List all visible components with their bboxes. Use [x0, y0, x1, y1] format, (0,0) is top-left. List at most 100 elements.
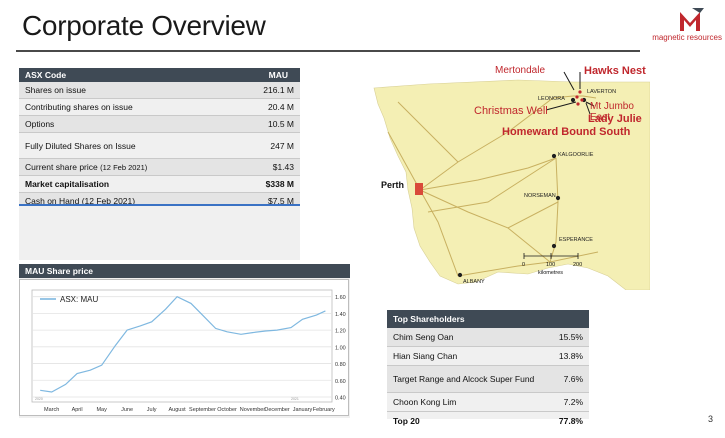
table-row: Top 20 77.8%	[387, 412, 589, 431]
y-tick-label: 0.80	[335, 362, 346, 368]
shareholders-table: Top Shareholders Chim Seng Oan 15.5% Hia…	[387, 310, 589, 430]
shareholders-header-blank	[550, 310, 589, 328]
y-tick-label: 0.40	[335, 395, 346, 401]
asx-header-label: ASX Code	[25, 70, 67, 80]
shareholder-name: Hian Siang Chan	[387, 346, 551, 366]
row-label: Fully Diluted Shares on Issue	[19, 132, 233, 159]
share-price-chart-svg: 0.40 0.60 0.80 1.00 1.20 1.40 1.60 March April Ma…	[31, 289, 346, 413]
left-gap-panel	[19, 206, 300, 260]
row-label: Current share price (12 Feb 2021)	[19, 158, 233, 176]
table-row: Chim Seng Oan 15.5%	[387, 328, 589, 347]
town-marker-kalgoorlie	[551, 153, 557, 159]
year-label: 2021	[291, 397, 299, 401]
x-tick-label: August	[169, 407, 187, 413]
shareholder-pct: 13.8%	[550, 346, 589, 366]
shareholder-pct: 15.5%	[550, 328, 589, 347]
project-marker	[575, 95, 579, 99]
slide-title: Corporate Overview	[22, 10, 266, 41]
scale-tick-200: 200	[573, 262, 583, 268]
row-value: $1.43	[232, 158, 300, 176]
y-tick-label: 1.20	[335, 329, 346, 335]
map-label-kalgoorlie: KALGOORLIE	[558, 152, 594, 158]
legend-label: ASX: MAU	[60, 295, 98, 304]
table-row: Choon Kong Lim 7.2%	[387, 392, 589, 412]
table-row: Shares on issue 216.1 M	[19, 82, 300, 99]
row-label-text: Current share price	[25, 162, 98, 172]
shareholders-panel: Top Shareholders Chim Seng Oan 15.5% Hia…	[387, 310, 589, 426]
project-marker	[578, 90, 582, 94]
row-value: 247 M	[232, 132, 300, 159]
row-label: Market capitalisation	[19, 175, 233, 193]
map-label-christmas-well: Christmas Well	[474, 105, 548, 117]
year-label: 2020	[35, 397, 43, 401]
x-tick-label: June	[121, 407, 133, 413]
table-row: Options 10.5 M	[19, 115, 300, 133]
row-value: 216.1 M	[232, 82, 300, 99]
table-row: Market capitalisation $338 M	[19, 175, 300, 193]
x-tick-label: April	[72, 407, 83, 413]
x-tick-label: July	[147, 407, 157, 413]
x-tick-label: February	[313, 407, 335, 413]
y-tick-label: 1.40	[335, 312, 346, 318]
scale-tick-100: 100	[546, 262, 556, 268]
plot-area	[31, 289, 333, 403]
map-svg	[368, 62, 651, 291]
map-label-lady-julie: Lady Julie	[588, 113, 642, 125]
scale-unit: kilometres	[538, 270, 564, 276]
town-marker-albany	[457, 272, 463, 278]
map-label-laverton: LAVERTON	[587, 89, 617, 95]
shareholder-pct: 7.2%	[550, 392, 589, 412]
row-label: Options	[19, 115, 233, 133]
map-label-perth: Perth	[381, 180, 405, 190]
y-tick-label: 1.00	[335, 345, 346, 351]
row-label: Contributing shares on issue	[19, 98, 233, 116]
asx-table-panel: ASX Code MAU Shares on issue 216.1 M Con…	[19, 68, 300, 206]
row-label: Shares on issue	[19, 82, 233, 99]
table-row: Target Range and Alcock Super Fund 7.6%	[387, 365, 589, 393]
table-row: Fully Diluted Shares on Issue 247 M	[19, 132, 300, 159]
shareholder-pct: 77.8%	[558, 416, 583, 426]
row-value: 20.4 M	[232, 98, 300, 116]
shareholder-name: Target Range and Alcock Super Fund	[387, 365, 551, 393]
shareholder-name: Choon Kong Lim	[387, 392, 551, 412]
y-tick-label: 1.60	[335, 295, 346, 301]
share-price-chart: 0.40 0.60 0.80 1.00 1.20 1.40 1.60 March April Ma…	[19, 279, 349, 416]
map-label-leonora: LEONORA	[538, 96, 565, 102]
town-marker-norseman	[555, 195, 561, 201]
scale-tick-0: 0	[522, 262, 526, 268]
x-tick-label: December	[264, 407, 290, 413]
x-tick-label: March	[44, 407, 59, 413]
row-value: $338 M	[232, 175, 300, 193]
map-label-albany: ALBANY	[463, 279, 485, 285]
row-label-note: (12 Feb 2021)	[100, 163, 148, 172]
map-label-homeward-bound-south: Homeward Bound South	[502, 126, 631, 138]
share-price-header: MAU Share price	[19, 264, 350, 278]
map-label-mertondale: Mertondale	[495, 65, 546, 76]
asx-table-header: ASX Code MAU	[19, 68, 300, 82]
x-tick-label: October	[217, 407, 237, 413]
town-marker-leonora	[570, 97, 576, 103]
shareholders-header: Top Shareholders	[387, 310, 551, 328]
logo-text: magnetic resources	[652, 33, 722, 42]
shareholder-name: Chim Seng Oan	[387, 328, 551, 347]
y-tick-label: 0.60	[335, 379, 346, 385]
map-label-norseman: NORSEMAN	[524, 193, 556, 199]
project-marker	[580, 98, 584, 102]
company-logo: magnetic resources	[636, 6, 722, 46]
magnetic-resources-logo-icon	[678, 8, 704, 32]
map-label-hawks-nest: Hawks Nest	[584, 65, 646, 77]
perth-marker	[415, 183, 423, 195]
shareholder-name: Top 20	[393, 416, 420, 426]
row-value: 10.5 M	[232, 115, 300, 133]
asx-table: Shares on issue 216.1 M Contributing sha…	[19, 82, 300, 206]
shareholders-header-row: Top Shareholders	[387, 310, 589, 328]
x-tick-label: January	[293, 407, 313, 413]
x-tick-label: November	[240, 407, 266, 413]
shareholder-pct: 7.6%	[550, 365, 589, 393]
asx-header-value: MAU	[268, 70, 288, 80]
x-tick-label: September	[189, 407, 216, 413]
project-marker	[576, 102, 580, 106]
title-divider	[16, 50, 640, 52]
page-number: 3	[708, 414, 714, 424]
table-row: Current share price (12 Feb 2021) $1.43	[19, 158, 300, 176]
